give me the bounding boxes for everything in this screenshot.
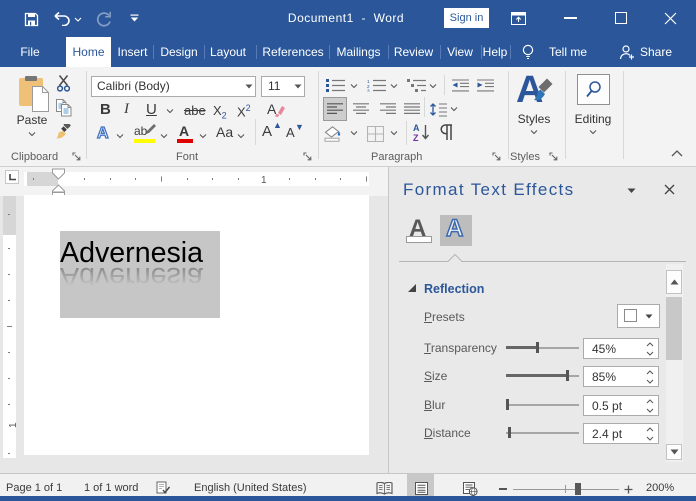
svg-text:1: 1 xyxy=(261,175,267,186)
svg-text:A: A xyxy=(413,123,420,133)
svg-text:Z: Z xyxy=(413,133,419,142)
svg-text:3: 3 xyxy=(367,88,370,92)
svg-text:1: 1 xyxy=(8,422,16,428)
